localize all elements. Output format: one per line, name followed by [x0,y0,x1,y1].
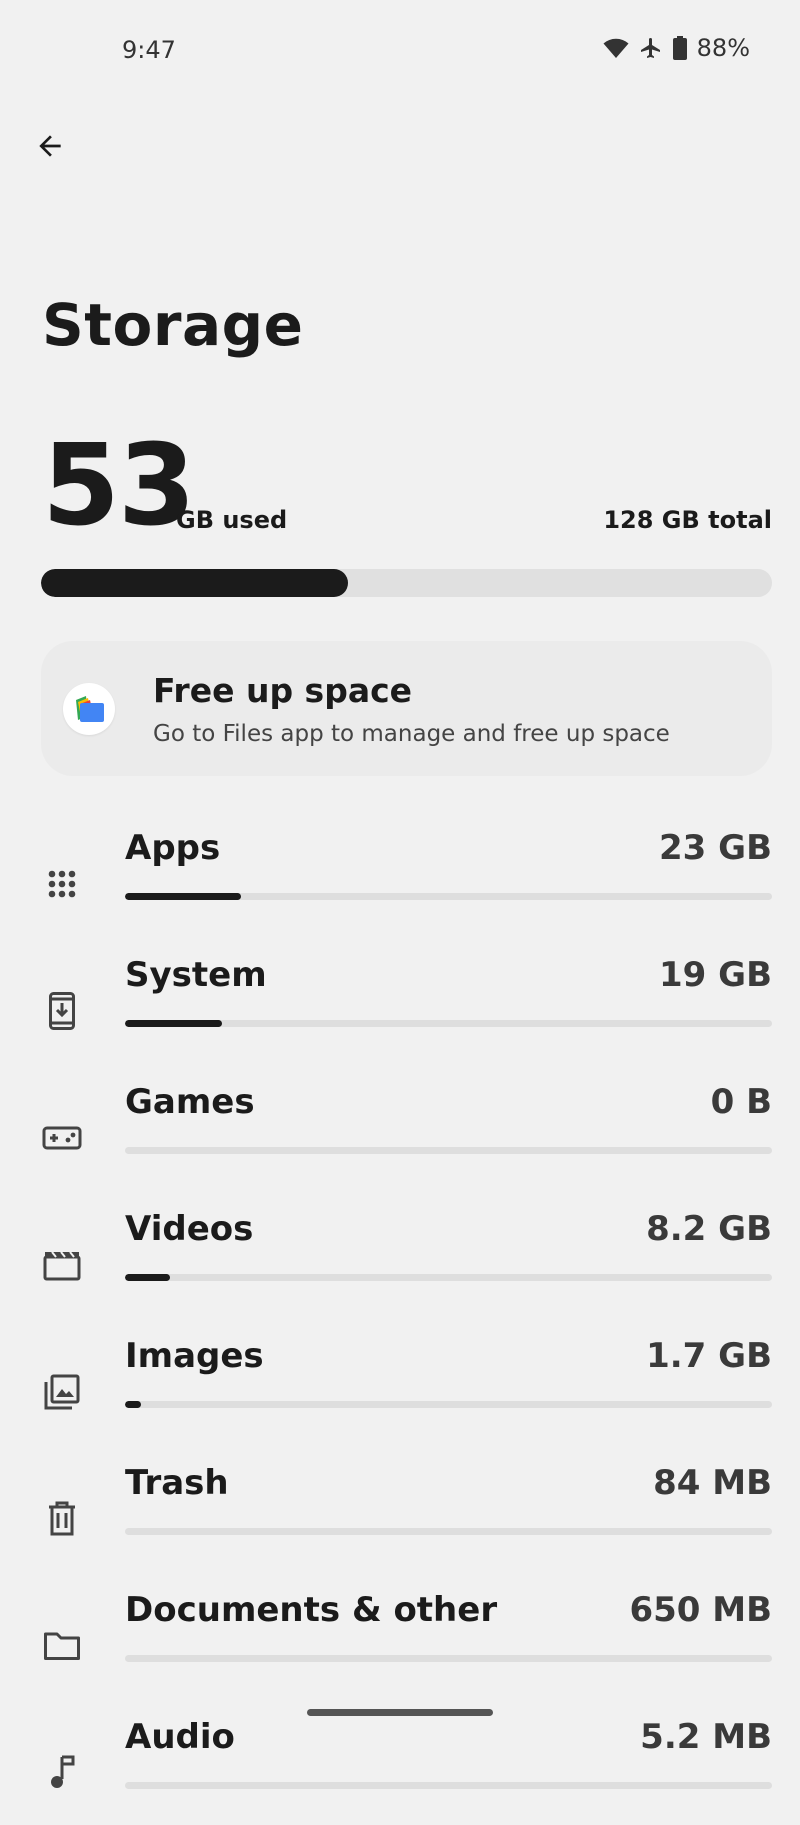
category-usage-bar-fill [125,1274,171,1281]
total-storage-label: 128 GB total [603,506,772,534]
category-size: 23 GB [659,828,772,868]
category-usage-bar-fill [125,1020,223,1027]
category-size: 5.2 MB [640,1717,772,1757]
used-amount: 53 [42,421,196,551]
category-label: Games [125,1082,255,1122]
category-documents-other[interactable]: Documents & other 650 MB [0,1572,800,1698]
category-usage-bar [125,1020,772,1027]
category-videos[interactable]: Videos 8.2 GB [0,1191,800,1317]
category-system[interactable]: System 19 GB [0,937,800,1063]
storage-summary: 53 GB used 128 GB total [42,421,772,551]
category-label: Images [125,1336,264,1376]
battery-percentage: 88% [696,34,750,62]
movie-clapper-icon [40,1243,84,1287]
storage-usage-bar-fill [41,569,349,597]
category-trash[interactable]: Trash 84 MB [0,1445,800,1571]
category-usage-bar-fill [125,893,242,900]
category-size: 1.7 GB [646,1336,772,1376]
music-note-icon [40,1751,84,1795]
category-label: Documents & other [125,1590,498,1630]
category-usage-bar [125,1782,772,1789]
category-label: Audio [125,1717,235,1757]
trash-icon [40,1497,84,1541]
system-update-icon [40,989,84,1033]
free-up-space-card[interactable]: Free up space Go to Files app to manage … [41,641,772,776]
status-icons: 88% [603,34,750,62]
gamepad-icon [40,1116,84,1160]
storage-usage-bar [41,569,772,597]
folder-icon [40,1624,84,1668]
battery-icon [672,36,687,60]
category-usage-bar [125,1147,772,1154]
status-bar: 9:47 88% [0,0,800,100]
category-size: 8.2 GB [646,1209,772,1249]
category-apps[interactable]: Apps 23 GB [0,810,800,936]
page-title: Storage [42,291,304,359]
category-audio[interactable]: Audio 5.2 MB [0,1699,800,1825]
category-size: 84 MB [653,1463,772,1503]
used-unit-label: GB used [176,506,288,534]
category-usage-bar-fill [125,1401,142,1408]
category-label: Trash [125,1463,229,1503]
category-usage-bar [125,1274,772,1281]
category-games[interactable]: Games 0 B [0,1064,800,1190]
image-icon [40,1370,84,1414]
category-label: System [125,955,267,995]
category-label: Videos [125,1209,254,1249]
airplane-icon [639,36,663,60]
free-up-space-subtitle: Go to Files app to manage and free up sp… [153,721,670,747]
category-size: 0 B [710,1082,772,1122]
category-size: 19 GB [659,955,772,995]
category-usage-bar [125,893,772,900]
apps-grid-icon [40,862,84,906]
category-images[interactable]: Images 1.7 GB [0,1318,800,1444]
wifi-icon [603,37,629,59]
status-time: 9:47 [122,36,176,64]
arrow-back-icon [34,130,66,166]
files-app-icon [63,683,115,735]
category-usage-bar [125,1528,772,1535]
free-up-space-title: Free up space [153,671,413,710]
category-label: Apps [125,828,221,868]
gesture-nav-handle[interactable] [307,1709,493,1716]
category-size: 650 MB [629,1590,772,1630]
back-button[interactable] [26,124,74,172]
category-usage-bar [125,1655,772,1662]
category-usage-bar [125,1401,772,1408]
